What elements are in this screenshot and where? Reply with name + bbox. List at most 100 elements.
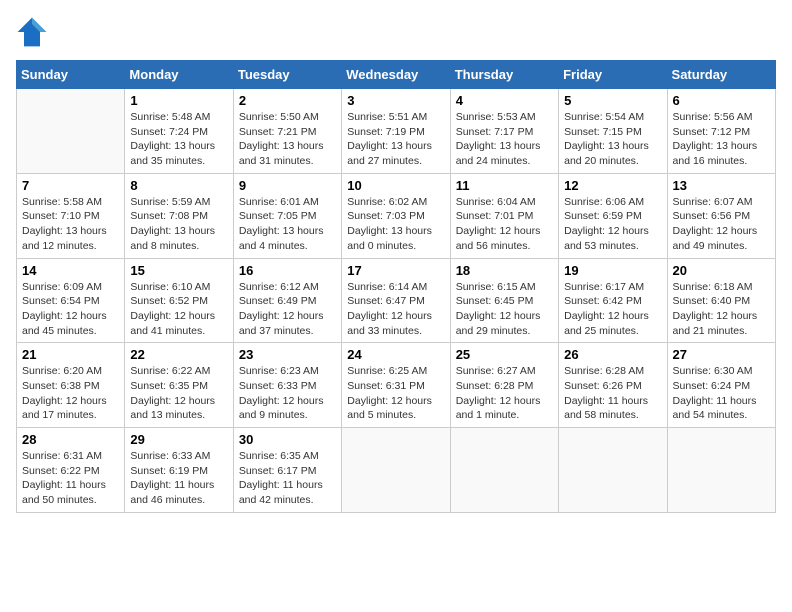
day-info: Sunrise: 6:28 AM Sunset: 6:26 PM Dayligh… <box>564 364 661 423</box>
weekday-header: Wednesday <box>342 61 450 89</box>
calendar-day-cell: 27 Sunrise: 6:30 AM Sunset: 6:24 PM Dayl… <box>667 343 775 428</box>
page-header <box>16 16 776 48</box>
day-info: Sunrise: 6:33 AM Sunset: 6:19 PM Dayligh… <box>130 449 227 508</box>
day-number: 27 <box>673 347 770 362</box>
day-number: 7 <box>22 178 119 193</box>
day-number: 22 <box>130 347 227 362</box>
day-number: 14 <box>22 263 119 278</box>
calendar-day-cell: 7 Sunrise: 5:58 AM Sunset: 7:10 PM Dayli… <box>17 173 125 258</box>
day-number: 28 <box>22 432 119 447</box>
calendar-day-cell: 10 Sunrise: 6:02 AM Sunset: 7:03 PM Dayl… <box>342 173 450 258</box>
day-info: Sunrise: 6:10 AM Sunset: 6:52 PM Dayligh… <box>130 280 227 339</box>
day-number: 24 <box>347 347 444 362</box>
calendar-day-cell: 25 Sunrise: 6:27 AM Sunset: 6:28 PM Dayl… <box>450 343 558 428</box>
calendar-day-cell: 30 Sunrise: 6:35 AM Sunset: 6:17 PM Dayl… <box>233 428 341 513</box>
day-info: Sunrise: 5:51 AM Sunset: 7:19 PM Dayligh… <box>347 110 444 169</box>
logo <box>16 16 52 48</box>
day-info: Sunrise: 6:31 AM Sunset: 6:22 PM Dayligh… <box>22 449 119 508</box>
calendar-day-cell: 1 Sunrise: 5:48 AM Sunset: 7:24 PM Dayli… <box>125 89 233 174</box>
day-number: 19 <box>564 263 661 278</box>
day-info: Sunrise: 6:23 AM Sunset: 6:33 PM Dayligh… <box>239 364 336 423</box>
weekday-header: Saturday <box>667 61 775 89</box>
day-info: Sunrise: 5:50 AM Sunset: 7:21 PM Dayligh… <box>239 110 336 169</box>
day-number: 11 <box>456 178 553 193</box>
day-info: Sunrise: 6:35 AM Sunset: 6:17 PM Dayligh… <box>239 449 336 508</box>
calendar-day-cell <box>342 428 450 513</box>
calendar-day-cell: 8 Sunrise: 5:59 AM Sunset: 7:08 PM Dayli… <box>125 173 233 258</box>
weekday-header: Tuesday <box>233 61 341 89</box>
calendar-day-cell: 5 Sunrise: 5:54 AM Sunset: 7:15 PM Dayli… <box>559 89 667 174</box>
weekday-header: Monday <box>125 61 233 89</box>
calendar-day-cell: 15 Sunrise: 6:10 AM Sunset: 6:52 PM Dayl… <box>125 258 233 343</box>
calendar-week-row: 21 Sunrise: 6:20 AM Sunset: 6:38 PM Dayl… <box>17 343 776 428</box>
day-number: 17 <box>347 263 444 278</box>
day-info: Sunrise: 5:59 AM Sunset: 7:08 PM Dayligh… <box>130 195 227 254</box>
day-info: Sunrise: 6:22 AM Sunset: 6:35 PM Dayligh… <box>130 364 227 423</box>
calendar-day-cell: 22 Sunrise: 6:22 AM Sunset: 6:35 PM Dayl… <box>125 343 233 428</box>
calendar-day-cell: 29 Sunrise: 6:33 AM Sunset: 6:19 PM Dayl… <box>125 428 233 513</box>
calendar-day-cell: 21 Sunrise: 6:20 AM Sunset: 6:38 PM Dayl… <box>17 343 125 428</box>
day-number: 21 <box>22 347 119 362</box>
day-number: 12 <box>564 178 661 193</box>
day-info: Sunrise: 6:17 AM Sunset: 6:42 PM Dayligh… <box>564 280 661 339</box>
calendar-day-cell: 16 Sunrise: 6:12 AM Sunset: 6:49 PM Dayl… <box>233 258 341 343</box>
day-info: Sunrise: 6:01 AM Sunset: 7:05 PM Dayligh… <box>239 195 336 254</box>
calendar-day-cell: 26 Sunrise: 6:28 AM Sunset: 6:26 PM Dayl… <box>559 343 667 428</box>
calendar-day-cell: 13 Sunrise: 6:07 AM Sunset: 6:56 PM Dayl… <box>667 173 775 258</box>
day-info: Sunrise: 6:30 AM Sunset: 6:24 PM Dayligh… <box>673 364 770 423</box>
calendar-day-cell: 4 Sunrise: 5:53 AM Sunset: 7:17 PM Dayli… <box>450 89 558 174</box>
day-info: Sunrise: 6:14 AM Sunset: 6:47 PM Dayligh… <box>347 280 444 339</box>
calendar-week-row: 1 Sunrise: 5:48 AM Sunset: 7:24 PM Dayli… <box>17 89 776 174</box>
calendar-day-cell: 23 Sunrise: 6:23 AM Sunset: 6:33 PM Dayl… <box>233 343 341 428</box>
day-number: 25 <box>456 347 553 362</box>
day-info: Sunrise: 5:58 AM Sunset: 7:10 PM Dayligh… <box>22 195 119 254</box>
calendar-day-cell: 9 Sunrise: 6:01 AM Sunset: 7:05 PM Dayli… <box>233 173 341 258</box>
day-number: 2 <box>239 93 336 108</box>
day-info: Sunrise: 5:53 AM Sunset: 7:17 PM Dayligh… <box>456 110 553 169</box>
calendar-day-cell: 20 Sunrise: 6:18 AM Sunset: 6:40 PM Dayl… <box>667 258 775 343</box>
day-info: Sunrise: 6:18 AM Sunset: 6:40 PM Dayligh… <box>673 280 770 339</box>
calendar-day-cell: 6 Sunrise: 5:56 AM Sunset: 7:12 PM Dayli… <box>667 89 775 174</box>
day-info: Sunrise: 6:06 AM Sunset: 6:59 PM Dayligh… <box>564 195 661 254</box>
calendar-day-cell: 11 Sunrise: 6:04 AM Sunset: 7:01 PM Dayl… <box>450 173 558 258</box>
day-info: Sunrise: 6:12 AM Sunset: 6:49 PM Dayligh… <box>239 280 336 339</box>
day-info: Sunrise: 5:56 AM Sunset: 7:12 PM Dayligh… <box>673 110 770 169</box>
calendar-day-cell <box>17 89 125 174</box>
day-info: Sunrise: 6:04 AM Sunset: 7:01 PM Dayligh… <box>456 195 553 254</box>
day-info: Sunrise: 6:07 AM Sunset: 6:56 PM Dayligh… <box>673 195 770 254</box>
day-info: Sunrise: 6:20 AM Sunset: 6:38 PM Dayligh… <box>22 364 119 423</box>
calendar-day-cell: 24 Sunrise: 6:25 AM Sunset: 6:31 PM Dayl… <box>342 343 450 428</box>
calendar-week-row: 7 Sunrise: 5:58 AM Sunset: 7:10 PM Dayli… <box>17 173 776 258</box>
weekday-header: Friday <box>559 61 667 89</box>
logo-icon <box>16 16 48 48</box>
day-info: Sunrise: 6:25 AM Sunset: 6:31 PM Dayligh… <box>347 364 444 423</box>
day-info: Sunrise: 6:27 AM Sunset: 6:28 PM Dayligh… <box>456 364 553 423</box>
calendar-day-cell: 17 Sunrise: 6:14 AM Sunset: 6:47 PM Dayl… <box>342 258 450 343</box>
calendar-week-row: 28 Sunrise: 6:31 AM Sunset: 6:22 PM Dayl… <box>17 428 776 513</box>
calendar-day-cell: 12 Sunrise: 6:06 AM Sunset: 6:59 PM Dayl… <box>559 173 667 258</box>
day-number: 3 <box>347 93 444 108</box>
day-number: 20 <box>673 263 770 278</box>
calendar-day-cell <box>450 428 558 513</box>
calendar-day-cell: 18 Sunrise: 6:15 AM Sunset: 6:45 PM Dayl… <box>450 258 558 343</box>
day-info: Sunrise: 5:48 AM Sunset: 7:24 PM Dayligh… <box>130 110 227 169</box>
calendar-day-cell <box>559 428 667 513</box>
calendar-day-cell <box>667 428 775 513</box>
day-number: 18 <box>456 263 553 278</box>
weekday-header: Thursday <box>450 61 558 89</box>
day-number: 30 <box>239 432 336 447</box>
day-info: Sunrise: 6:02 AM Sunset: 7:03 PM Dayligh… <box>347 195 444 254</box>
day-number: 8 <box>130 178 227 193</box>
calendar-day-cell: 28 Sunrise: 6:31 AM Sunset: 6:22 PM Dayl… <box>17 428 125 513</box>
calendar-day-cell: 14 Sunrise: 6:09 AM Sunset: 6:54 PM Dayl… <box>17 258 125 343</box>
calendar-table: SundayMondayTuesdayWednesdayThursdayFrid… <box>16 60 776 513</box>
day-number: 29 <box>130 432 227 447</box>
day-number: 9 <box>239 178 336 193</box>
day-number: 16 <box>239 263 336 278</box>
calendar-week-row: 14 Sunrise: 6:09 AM Sunset: 6:54 PM Dayl… <box>17 258 776 343</box>
day-number: 10 <box>347 178 444 193</box>
day-number: 1 <box>130 93 227 108</box>
day-number: 15 <box>130 263 227 278</box>
day-number: 6 <box>673 93 770 108</box>
day-number: 23 <box>239 347 336 362</box>
